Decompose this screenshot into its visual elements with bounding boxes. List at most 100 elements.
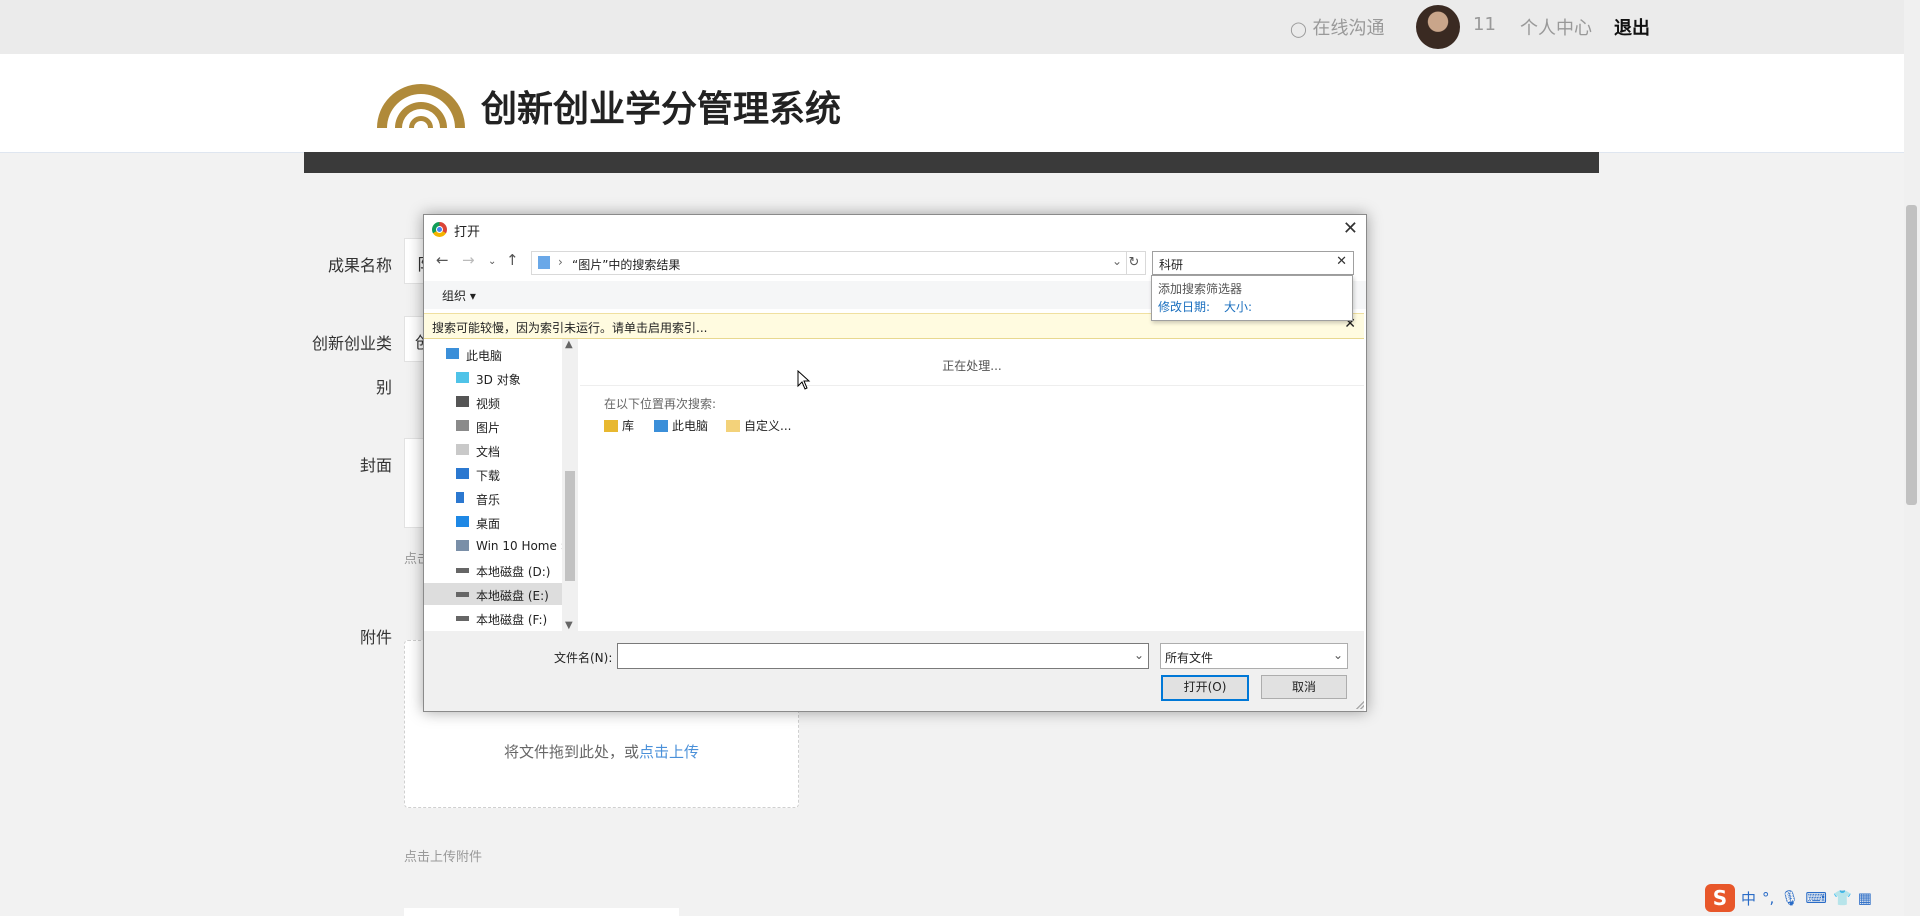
refresh-icon[interactable]: ↻ <box>1123 251 1146 275</box>
search-value: 科研 <box>1159 258 1184 272</box>
nav-label: 本地磁盘 (E:) <box>476 589 549 603</box>
filter-size[interactable]: 大小: <box>1224 298 1252 315</box>
keyboard-icon[interactable]: ⌨ <box>1805 889 1827 907</box>
nav-label: 本地磁盘 (D:) <box>476 565 551 579</box>
address-bar[interactable]: › “图片”中的搜索结果 ⌄ <box>531 251 1127 275</box>
sogou-logo-icon: S <box>1705 884 1735 912</box>
punctuation-icon[interactable]: °, <box>1762 889 1774 907</box>
address-dropdown-icon[interactable]: ⌄ <box>1112 254 1122 268</box>
site-header <box>0 54 1904 153</box>
drive-icon <box>456 616 469 621</box>
nav-item-drive-e[interactable]: 本地磁盘 (E:) <box>424 583 562 605</box>
file-list-area[interactable]: 正在处理... 在以下位置再次搜索: 库 此电脑 自定义... <box>580 339 1364 631</box>
picture-icon <box>456 420 469 431</box>
filetype-value: 所有文件 <box>1165 651 1214 665</box>
location-label: 库 <box>622 419 635 433</box>
nav-item-documents[interactable]: 文档 <box>424 439 562 461</box>
avatar[interactable] <box>1416 5 1460 49</box>
forward-arrow-icon[interactable]: → <box>462 251 475 269</box>
drop-text: 将文件拖到此处，或点击上传 <box>405 741 798 762</box>
user-id: 11 <box>1473 14 1496 35</box>
search-location-libraries[interactable]: 库 <box>604 417 634 434</box>
resize-grip-icon[interactable] <box>1356 701 1364 709</box>
recent-chevron-icon[interactable]: ⌄ <box>488 256 496 267</box>
filename-dropdown-icon[interactable]: ⌄ <box>1134 648 1144 662</box>
logout-link[interactable]: 退出 <box>1614 14 1650 40</box>
page-scrollbar-thumb[interactable] <box>1906 205 1917 505</box>
microphone-icon[interactable]: 🎙 <box>1780 889 1799 907</box>
folder-icon <box>538 256 550 269</box>
attachment-hint: 点击上传附件 <box>404 850 483 865</box>
location-label: 自定义... <box>744 419 792 433</box>
music-icon <box>456 492 464 503</box>
cube-icon <box>456 372 469 383</box>
nav-item-desktop[interactable]: 桌面 <box>424 511 562 533</box>
ime-toolbar[interactable]: S 中 °, 🎙 ⌨ 👕 ▦ <box>1705 884 1872 912</box>
nav-item-this-pc[interactable]: 此电脑 <box>424 343 562 365</box>
nav-label: 下载 <box>476 469 501 483</box>
info-text: 搜索可能较慢，因为索引未运行。请单击启用索引... <box>432 321 708 335</box>
nav-item-pictures[interactable]: 图片 <box>424 415 562 437</box>
nav-item-3d-objects[interactable]: 3D 对象 <box>424 367 562 389</box>
grid-icon[interactable]: ▦ <box>1858 889 1872 907</box>
processing-status: 正在处理... <box>942 359 1002 373</box>
drive-icon <box>456 592 469 597</box>
breadcrumb-chevron-icon: › <box>558 255 563 269</box>
nav-item-downloads[interactable]: 下载 <box>424 463 562 485</box>
nav-label: 3D 对象 <box>476 373 521 387</box>
nav-item-drive-d[interactable]: 本地磁盘 (D:) <box>424 559 562 581</box>
label-category-line2: 别 <box>375 378 392 397</box>
scroll-down-icon[interactable]: ▼ <box>565 620 573 631</box>
nav-label: 本地磁盘 (F:) <box>476 613 548 627</box>
filename-label: 文件名(N): <box>554 651 613 665</box>
chrome-icon <box>432 222 447 237</box>
online-chat-link[interactable]: ◯ 在线沟通 <box>1290 14 1385 40</box>
back-arrow-icon[interactable]: ← <box>436 251 449 269</box>
filename-input[interactable]: ⌄ <box>617 643 1149 669</box>
site-title: 创新创业学分管理系统 <box>481 89 842 130</box>
label-achievement-name: 成果名称 <box>327 256 392 275</box>
filetype-select[interactable]: 所有文件 ⌄ <box>1160 643 1348 669</box>
clear-search-icon[interactable]: ✕ <box>1336 254 1347 269</box>
cancel-button[interactable]: 取消 <box>1261 675 1347 699</box>
search-location-this-pc[interactable]: 此电脑 <box>654 417 708 434</box>
ime-mode[interactable]: 中 <box>1741 888 1756 909</box>
click-upload-link[interactable]: 点击上传 <box>639 743 699 761</box>
nav-label: 音乐 <box>476 493 501 507</box>
profile-link[interactable]: 个人中心 <box>1520 14 1592 40</box>
filter-date-modified[interactable]: 修改日期: <box>1158 298 1210 315</box>
desktop-icon <box>456 516 469 527</box>
nav-item-videos[interactable]: 视频 <box>424 391 562 413</box>
nav-pane-scrollbar-thumb[interactable] <box>565 471 575 581</box>
nav-label: Win 10 Home › <box>476 539 562 553</box>
library-icon <box>604 419 618 432</box>
label-cover: 封面 <box>359 456 392 475</box>
location-label: 此电脑 <box>672 419 709 433</box>
search-input[interactable]: 科研 ✕ <box>1152 251 1354 275</box>
open-button[interactable]: 打开(O) <box>1161 675 1249 701</box>
close-icon[interactable]: ✕ <box>1343 218 1358 239</box>
label-category-line1: 创新创业类 <box>311 334 392 353</box>
mouse-cursor-icon <box>797 370 811 390</box>
up-arrow-icon[interactable]: ↑ <box>506 251 519 269</box>
nav-label: 视频 <box>476 397 501 411</box>
nav-pane-scrollbar[interactable]: ▲ ▼ <box>562 339 578 631</box>
shirt-icon[interactable]: 👕 <box>1833 889 1852 907</box>
nav-label: 桌面 <box>476 517 501 531</box>
download-icon <box>456 468 469 479</box>
nav-item-drive-f[interactable]: 本地磁盘 (F:) <box>424 607 562 629</box>
address-path: “图片”中的搜索结果 <box>572 258 681 272</box>
organize-menu[interactable]: 组织 ▾ <box>442 287 476 304</box>
nav-item-music[interactable]: 音乐 <box>424 487 562 509</box>
search-location-custom[interactable]: 自定义... <box>726 417 791 434</box>
custom-folder-icon <box>726 419 740 432</box>
drop-text-label: 将文件拖到此处，或 <box>503 743 639 761</box>
user-circle-icon: ◯ <box>1290 20 1307 38</box>
scroll-up-icon[interactable]: ▲ <box>565 339 573 350</box>
label-attachment: 附件 <box>359 628 392 647</box>
nav-item-win10-home[interactable]: Win 10 Home › <box>424 535 562 557</box>
search-again-label: 在以下位置再次搜索: <box>604 397 717 411</box>
next-field <box>404 908 679 916</box>
document-icon <box>456 444 469 455</box>
video-icon <box>456 396 469 407</box>
